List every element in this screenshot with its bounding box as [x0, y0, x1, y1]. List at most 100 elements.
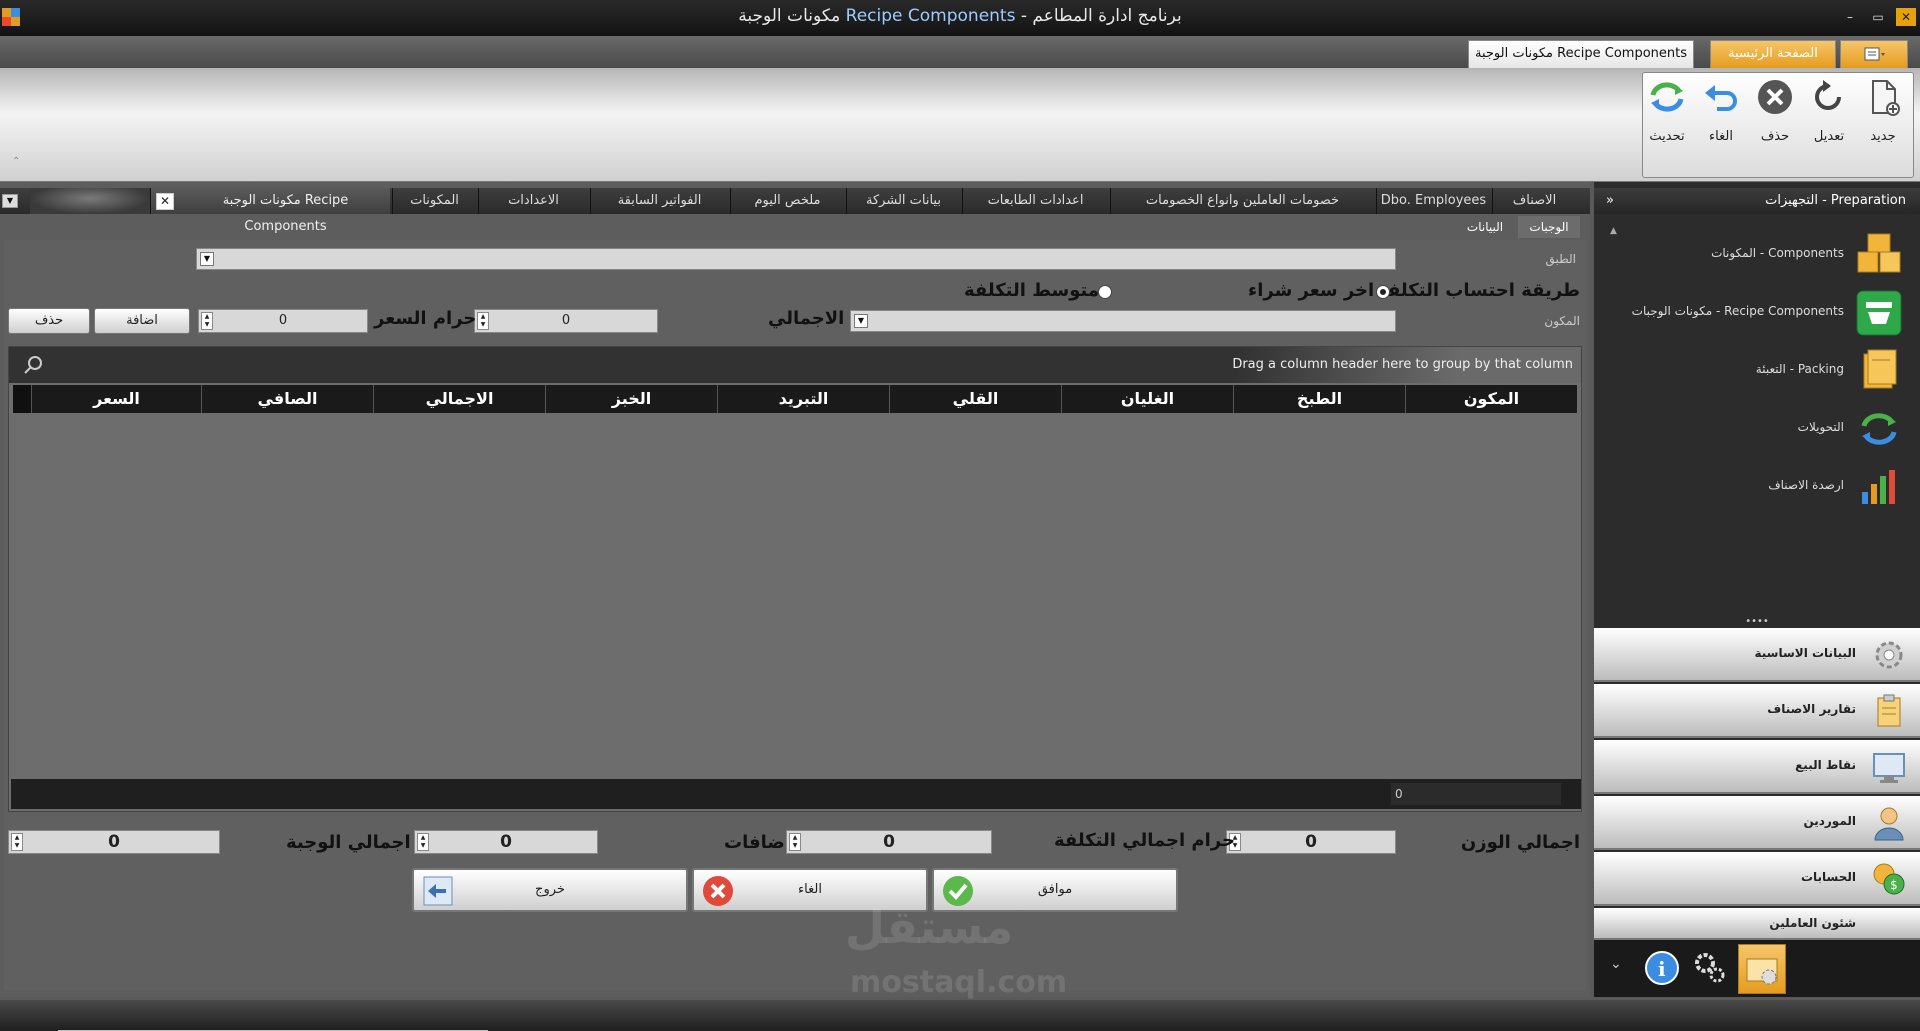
additions-spin[interactable]: ▲ ▼ 0 [786, 830, 992, 854]
nav-group-basic-data[interactable]: البيانات الاساسية [1594, 628, 1920, 682]
total-value: 0 [561, 313, 571, 328]
status-bar [0, 1000, 1920, 1031]
column-boiling[interactable]: الغليان [1061, 385, 1233, 413]
delete-row-button[interactable]: حذف [8, 308, 90, 334]
meal-total-spin-a[interactable]: ▲ ▼ 0 [8, 830, 220, 854]
tab-components[interactable]: المكونات [392, 188, 476, 214]
component-label: المكون [1544, 314, 1580, 328]
tab-printer-settings[interactable]: اعدادات الطابعات [962, 188, 1108, 214]
column-price[interactable]: السعر [31, 385, 201, 413]
nav-item-transfers[interactable]: التحويلات [1594, 396, 1920, 462]
dish-combo[interactable]: ▼ [196, 248, 1396, 270]
nav-group-item-reports[interactable]: تقارير الاصناف [1594, 684, 1920, 738]
avg-cost-radio[interactable] [1098, 285, 1112, 299]
tab-day-summary[interactable]: ملخص اليوم [730, 188, 844, 214]
refresh-icon [1650, 82, 1684, 112]
delete-button[interactable]: حذف [1749, 77, 1801, 147]
cancel-ribbon-button[interactable]: الغاء [1695, 77, 1747, 147]
column-component[interactable]: المكون [1405, 385, 1577, 413]
maximize-button[interactable]: ▭ [1868, 8, 1888, 26]
settings-gears-icon[interactable] [1692, 950, 1728, 986]
nav-splitter[interactable]: •••• [1594, 617, 1920, 628]
tab-menu[interactable] [1840, 40, 1908, 68]
preparation-module-button[interactable] [1738, 944, 1786, 994]
tab-items[interactable]: الاصناف [1492, 188, 1576, 214]
overflow-chevron-icon[interactable]: ⌄ [1610, 956, 1622, 972]
tab-recipe-components-active[interactable]: مكونات الوجبة Recipe Components [150, 188, 390, 234]
minimize-button[interactable]: – [1840, 8, 1860, 26]
new-button[interactable]: جديد [1857, 77, 1909, 147]
tab-previous-invoices[interactable]: الفواتير السابقة [590, 188, 728, 214]
nav-item-label: المكونات - Components [1711, 246, 1844, 260]
nav-group-accounts[interactable]: الحسابات $ [1594, 852, 1920, 906]
tab-ghost [30, 188, 150, 214]
spin-arrows-icon[interactable]: ▲ ▼ [417, 833, 429, 851]
subtab-data[interactable]: البيانات [1454, 216, 1516, 238]
nav-group-label: تقارير الاصناف [1767, 702, 1856, 716]
nav-group-label: نقاط البيع [1795, 758, 1856, 772]
group-panel[interactable]: Drag a column header here to group by th… [9, 347, 1581, 383]
nav-item-item-balances[interactable]: ارصدة الاصناف [1594, 454, 1920, 520]
total-spin[interactable]: ▲ ▼ 0 [474, 309, 658, 333]
search-icon[interactable] [23, 355, 43, 375]
refresh-button[interactable]: تحديث [1641, 77, 1693, 147]
tabs-dropdown-icon[interactable]: ▼ [2, 194, 18, 208]
nav-group-suppliers[interactable]: الموردين [1594, 796, 1920, 850]
coins-icon: $ [1873, 863, 1905, 895]
price-spin[interactable]: ▲ ▼ 0 [198, 309, 368, 333]
chevron-down-icon[interactable]: ▼ [200, 252, 214, 266]
chevron-down-icon[interactable]: ▼ [854, 314, 868, 328]
tab-employee-deductions[interactable]: خصومات العاملين وانواع الخصومات [1110, 188, 1374, 214]
ribbon-group-actions: جديد تعديل حذف الغاء تحديث [1642, 72, 1914, 178]
edit-button[interactable]: تعديل [1803, 77, 1855, 147]
close-tab-icon[interactable]: ✕ [156, 193, 174, 210]
tab-employees[interactable]: Dbo. Employees [1376, 188, 1490, 214]
column-frying[interactable]: القلي [889, 385, 1061, 413]
spin-arrows-icon[interactable]: ▲ ▼ [789, 833, 801, 851]
nav-group-label: شئون العاملين [1769, 916, 1856, 930]
weight-total-label: اجمالي الوزن [1460, 832, 1580, 853]
tab-home[interactable]: الصفحة الرئيسية [1710, 40, 1836, 68]
meal-total-spin-b[interactable]: ▲ ▼ 0 [414, 830, 598, 854]
column-cooking[interactable]: الطبخ [1233, 385, 1405, 413]
column-cooling[interactable]: التبريد [717, 385, 889, 413]
nav-group-hr[interactable]: شئون العاملين [1594, 908, 1920, 940]
nav-group-label: الحسابات [1800, 870, 1856, 884]
delete-label: حذف [1760, 129, 1790, 144]
grid-footer: 0 [11, 779, 1581, 809]
nav-item-label: مكونات الوجبات - Recipe Components [1631, 304, 1844, 318]
subtab-meals[interactable]: الوجبات [1518, 216, 1580, 238]
form-tabs: ▼ الاصناف Dbo. Employees خصومات العاملين… [0, 188, 1590, 234]
info-icon[interactable]: i [1644, 950, 1680, 986]
tab-recipe-components[interactable]: مكونات الوجبة Recipe Components [1468, 40, 1694, 68]
spin-arrows-icon[interactable]: ▲ ▼ [11, 833, 23, 851]
watermark-logo: مستقل [845, 900, 1014, 954]
grid-header: المكون الطبخ الغليان القلي التبريد الخبز… [13, 385, 1577, 413]
price-waste-label: حرام السعر [374, 308, 477, 329]
nav-item-components[interactable]: المكونات - Components [1594, 222, 1920, 288]
cancel-x-icon [703, 876, 733, 906]
tab-settings[interactable]: الاعدادات [478, 188, 588, 214]
ribbon-collapse-icon[interactable]: ⌃ [12, 156, 20, 167]
nav-bottom-bar: ⌄ i [1594, 940, 1920, 997]
component-combo[interactable]: ▼ [850, 310, 1396, 332]
column-total[interactable]: الاجمالي [373, 385, 545, 413]
last-price-radio[interactable] [1376, 285, 1390, 299]
new-label: جديد [1870, 129, 1896, 144]
nav-item-recipe-components[interactable]: مكونات الوجبات - Recipe Components [1594, 280, 1920, 346]
weight-total-spin[interactable]: ▲ ▼ 0 [1226, 830, 1396, 854]
spin-arrows-icon[interactable]: ▲ ▼ [477, 312, 489, 330]
close-button[interactable]: ✕ [1896, 8, 1916, 26]
folder-gear-icon [1746, 958, 1778, 985]
nav-group-pos[interactable]: نقاط البيع [1594, 740, 1920, 794]
column-baking[interactable]: الخبز [545, 385, 717, 413]
tab-company-data[interactable]: بيانات الشركة [846, 188, 960, 214]
add-button[interactable]: اضافة [94, 308, 190, 334]
spin-arrows-icon[interactable]: ▲ ▼ [201, 312, 213, 330]
nav-item-packing[interactable]: التعبئة - Packing [1594, 338, 1920, 404]
collapse-chevron-icon[interactable]: » [1606, 188, 1614, 214]
nav-header[interactable]: » التجهيزات - Preparation [1594, 188, 1920, 214]
column-net[interactable]: الصافي [201, 385, 373, 413]
exit-button[interactable]: خروج [412, 868, 688, 912]
cancel-arrow-icon [1705, 85, 1737, 111]
